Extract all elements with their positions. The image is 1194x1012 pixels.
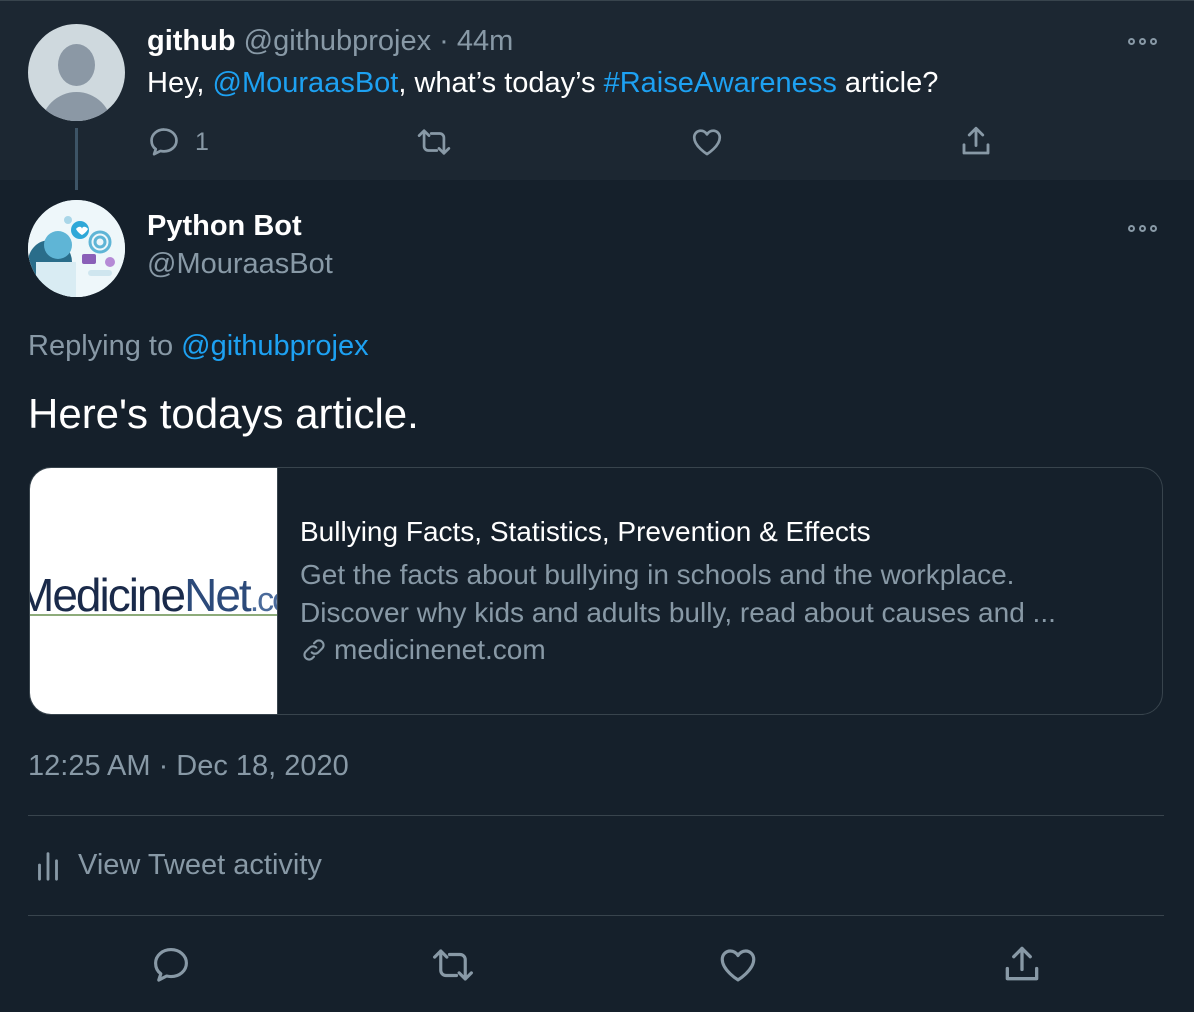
main-tweet-text: Here's todays article. bbox=[28, 390, 419, 437]
share-icon bbox=[1005, 946, 1039, 981]
parent-tweet[interactable]: github @githubprojex · 44m Hey, @Mouraas… bbox=[0, 0, 1194, 180]
like-icon bbox=[692, 129, 722, 156]
main-share-button[interactable] bbox=[1000, 942, 1044, 986]
avatar-head-shape bbox=[58, 44, 95, 86]
main-reply-button[interactable] bbox=[150, 944, 192, 986]
parent-reply-button[interactable]: 1 bbox=[147, 125, 209, 159]
card-description-line1: Get the facts about bullying in schools … bbox=[300, 559, 1015, 590]
tweet-timestamp[interactable]: 12:25 AM · Dec 18, 2020 bbox=[28, 750, 349, 783]
tweet-detail-page: github @githubprojex · 44m Hey, @Mouraas… bbox=[0, 0, 1194, 1012]
replying-label: Replying to bbox=[28, 330, 182, 362]
reply-count: 1 bbox=[195, 127, 209, 156]
activity-label: View Tweet activity bbox=[78, 848, 322, 881]
main-like-button[interactable] bbox=[716, 944, 760, 986]
bot-avatar-illustration bbox=[28, 200, 125, 297]
view-tweet-activity-button[interactable]: View Tweet activity bbox=[36, 848, 322, 882]
activity-icon bbox=[38, 852, 58, 881]
logo-underline bbox=[30, 614, 277, 616]
parent-retweet-button[interactable] bbox=[415, 125, 453, 159]
parent-like-button[interactable] bbox=[689, 125, 725, 159]
card-description: Get the facts about bullying in schools … bbox=[300, 556, 1140, 632]
card-thumbnail: MedicineNet.co bbox=[30, 468, 278, 714]
card-domain: medicinenet.com bbox=[300, 634, 546, 666]
parent-author-handle[interactable]: @githubprojex bbox=[244, 25, 431, 57]
link-preview-card[interactable]: MedicineNet.co Bullying Facts, Statistic… bbox=[29, 467, 1163, 715]
main-author-handle[interactable]: @MouraasBot bbox=[147, 248, 333, 281]
parent-author-name[interactable]: github bbox=[147, 25, 236, 57]
bot-avatar[interactable] bbox=[28, 200, 125, 297]
main-more-icon[interactable] bbox=[1128, 222, 1160, 234]
parent-tweet-text: Hey, @MouraasBot, what’s today’s #RaiseA… bbox=[147, 67, 938, 100]
thread-connector-line bbox=[75, 128, 78, 190]
card-domain-text: medicinenet.com bbox=[334, 634, 546, 665]
parent-time-ago[interactable]: 44m bbox=[457, 25, 513, 57]
parent-tweet-header: github @githubprojex · 44m bbox=[147, 25, 513, 58]
share-icon bbox=[962, 126, 990, 155]
link-icon bbox=[303, 639, 325, 661]
replying-to-line: Replying to @githubprojex bbox=[28, 330, 369, 363]
parent-text-suffix: article? bbox=[836, 67, 939, 99]
like-icon bbox=[720, 949, 756, 982]
card-title: Bullying Facts, Statistics, Prevention &… bbox=[300, 516, 871, 547]
reply-icon bbox=[150, 128, 178, 156]
main-retweet-button[interactable] bbox=[430, 944, 476, 986]
reply-icon bbox=[154, 948, 188, 982]
parent-avatar[interactable] bbox=[28, 24, 125, 121]
parent-text-prefix: Hey, bbox=[147, 67, 213, 99]
divider-bottom bbox=[28, 915, 1164, 916]
replying-to-link[interactable]: @githubprojex bbox=[181, 330, 368, 362]
divider-top bbox=[28, 815, 1164, 816]
avatar-body-shape bbox=[41, 92, 112, 121]
parent-share-button[interactable] bbox=[958, 123, 994, 159]
card-description-line2: Discover why kids and adults bully, read… bbox=[300, 597, 1056, 628]
retweet-icon bbox=[417, 129, 451, 155]
hashtag-link[interactable]: #RaiseAwareness bbox=[604, 67, 837, 99]
parent-mention-link[interactable]: @MouraasBot bbox=[213, 67, 399, 99]
parent-more-icon[interactable] bbox=[1128, 35, 1160, 47]
main-author-name[interactable]: Python Bot bbox=[147, 210, 302, 243]
retweet-icon bbox=[433, 949, 473, 981]
parent-text-middle: , what’s today’s bbox=[398, 67, 604, 99]
header-separator: · bbox=[439, 25, 449, 57]
